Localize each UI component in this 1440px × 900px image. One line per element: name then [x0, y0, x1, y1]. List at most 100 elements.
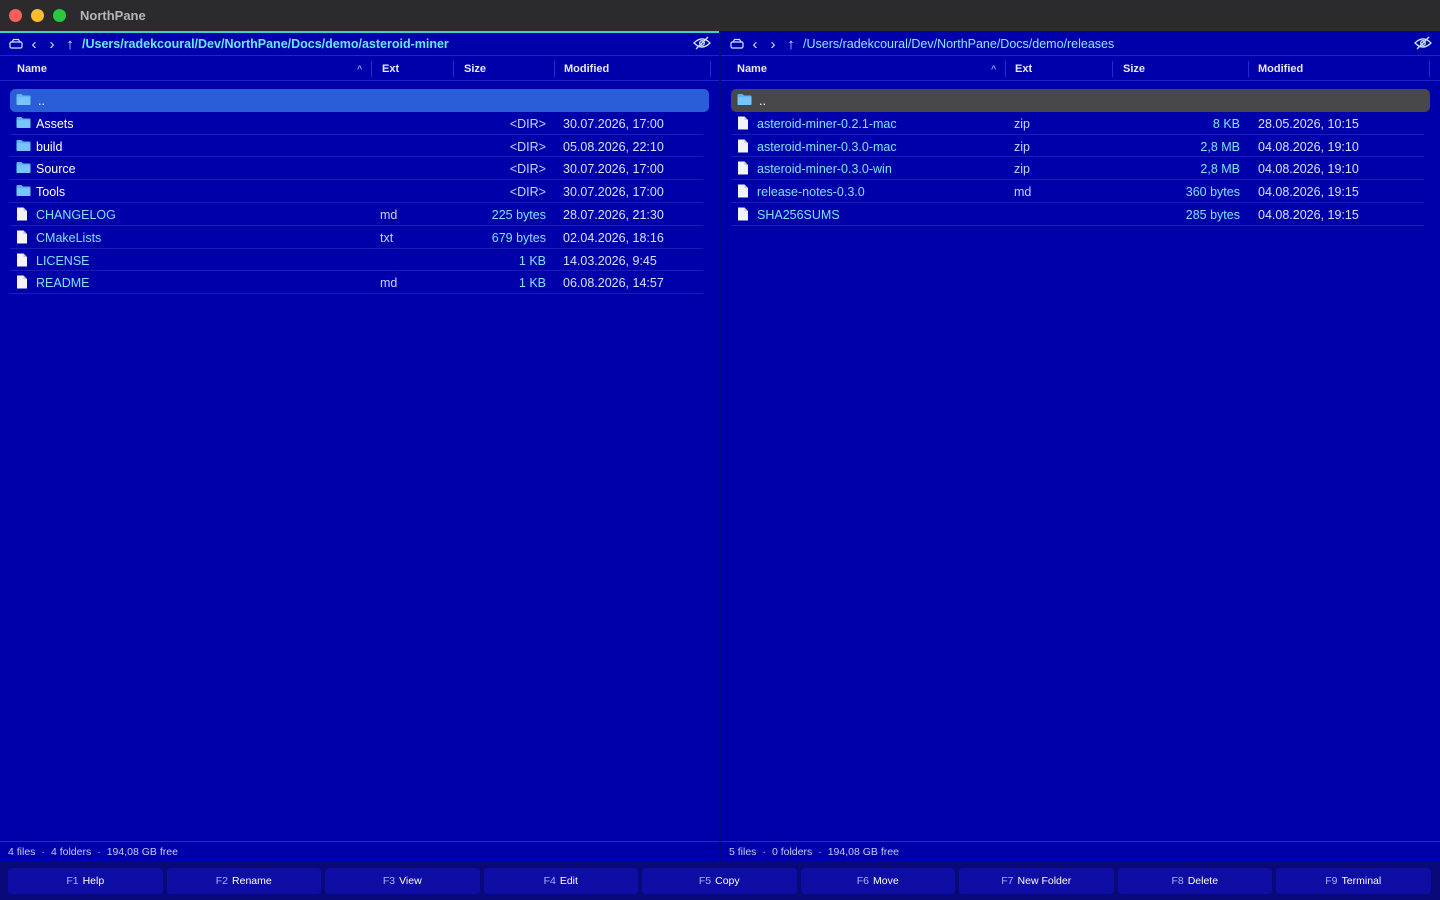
- folder-icon: [16, 139, 31, 153]
- file-name: Tools: [36, 185, 66, 200]
- folder-row[interactable]: build <DIR> 05.08.2026, 22:10: [0, 135, 719, 158]
- separator-dot: ·: [41, 846, 45, 858]
- separator-dot: ·: [818, 846, 822, 858]
- file-extension: md: [380, 276, 398, 291]
- fkey-new-folder-button[interactable]: F7 New Folder: [959, 868, 1114, 894]
- file-count: 5 files: [729, 846, 757, 858]
- fkey-number: F4: [543, 875, 556, 887]
- close-window-button[interactable]: [9, 9, 22, 22]
- app-title: NorthPane: [80, 8, 146, 23]
- file-size: 1 KB: [518, 276, 546, 291]
- folder-count: 0 folders: [771, 846, 813, 858]
- folder-icon: [16, 184, 31, 198]
- dual-pane-area: ‹ › ↑ /Users/radekcoural/Dev/NorthPane/D…: [0, 31, 1440, 862]
- free-space: 194,08 GB free: [827, 846, 899, 858]
- drive-icon[interactable]: [729, 36, 745, 52]
- file-icon: [737, 116, 752, 130]
- hidden-files-eye-icon[interactable]: [1414, 36, 1432, 52]
- fkey-number: F7: [1001, 875, 1014, 887]
- folder-row[interactable]: Tools <DIR> 30.07.2026, 17:00: [0, 180, 719, 203]
- column-modified[interactable]: Modified: [564, 63, 609, 75]
- current-path[interactable]: /Users/radekcoural/Dev/NorthPane/Docs/de…: [803, 37, 1114, 51]
- column-size[interactable]: Size: [1123, 63, 1145, 75]
- column-modified[interactable]: Modified: [1258, 63, 1303, 75]
- back-icon[interactable]: ‹: [747, 36, 763, 53]
- fkey-help-button[interactable]: F1 Help: [8, 868, 163, 894]
- zoom-window-button[interactable]: [53, 9, 66, 22]
- title-bar: NorthPane: [0, 0, 1440, 31]
- file-row[interactable]: CMakeLists txt 679 bytes 02.04.2026, 18:16: [0, 226, 719, 249]
- modified-date: 30.07.2026, 17:00: [563, 116, 664, 131]
- back-icon[interactable]: ‹: [26, 36, 42, 53]
- file-row[interactable]: release-notes-0.3.0 md 360 bytes 04.08.2026…: [721, 180, 1440, 203]
- folder-icon: [737, 93, 752, 107]
- file-row[interactable]: README md 1 KB 06.08.2026, 14:57: [0, 271, 719, 295]
- fkey-terminal-button[interactable]: F9 Terminal: [1276, 868, 1431, 894]
- file-icon: [16, 275, 31, 289]
- fkey-label: Move: [873, 875, 899, 887]
- file-icon: [737, 161, 752, 175]
- column-ext[interactable]: Ext: [382, 63, 399, 75]
- right-column-header: Name ^ Ext Size Modified: [721, 57, 1440, 81]
- file-row[interactable]: LICENSE 1 KB 14.03.2026, 9:45: [0, 249, 719, 272]
- file-row[interactable]: SHA256SUMS 285 bytes 04.08.2026, 19:15: [721, 203, 1440, 226]
- left-status-bar: 4 files · 4 folders · 194,08 GB free: [0, 841, 719, 862]
- row-divider: [10, 293, 703, 295]
- fkey-view-button[interactable]: F3 View: [325, 868, 480, 894]
- fkey-number: F5: [698, 875, 712, 887]
- minimize-window-button[interactable]: [31, 9, 44, 22]
- separator-dot: ·: [97, 846, 101, 858]
- up-arrow-icon[interactable]: ↑: [62, 36, 78, 53]
- modified-date: 04.08.2026, 19:10: [1258, 162, 1359, 177]
- sort-ascending-icon: ^: [357, 64, 363, 74]
- file-icon: [737, 207, 752, 221]
- right-pane[interactable]: ‹ › ↑ /Users/radekcoural/Dev/NorthPane/D…: [719, 31, 1440, 862]
- file-extension: md: [1014, 185, 1032, 200]
- folder-row[interactable]: Assets <DIR> 30.07.2026, 17:00: [0, 112, 719, 135]
- hidden-files-eye-icon[interactable]: [693, 36, 711, 52]
- left-pane[interactable]: ‹ › ↑ /Users/radekcoural/Dev/NorthPane/D…: [0, 31, 719, 862]
- fkey-copy-button[interactable]: F5 Copy: [642, 868, 797, 894]
- file-name: asteroid-miner-0.2.1-mac: [757, 116, 897, 131]
- file-name: Source: [36, 162, 76, 177]
- file-size: <DIR>: [509, 116, 546, 131]
- file-row[interactable]: asteroid-miner-0.3.0-win zip 2,8 MB 04.08.2…: [721, 157, 1440, 181]
- parent-directory-row[interactable]: ..: [10, 89, 709, 112]
- file-name: LICENSE: [36, 253, 90, 268]
- file-row[interactable]: CHANGELOG md 225 bytes 28.07.2026, 21:30: [0, 203, 719, 226]
- modified-date: 04.08.2026, 19:15: [1258, 207, 1359, 222]
- modified-date: 14.03.2026, 9:45: [563, 253, 657, 268]
- fkey-label: Copy: [715, 875, 740, 887]
- folder-icon: [16, 116, 31, 130]
- fkey-move-button[interactable]: F6 Move: [800, 868, 955, 894]
- parent-directory-row[interactable]: ..: [731, 89, 1430, 112]
- file-name: asteroid-miner-0.3.0-mac: [757, 139, 897, 154]
- forward-icon[interactable]: ›: [765, 36, 781, 53]
- fkey-number: F3: [382, 875, 396, 887]
- fkey-rename-button[interactable]: F2 Rename: [166, 868, 321, 894]
- drive-icon[interactable]: [8, 36, 24, 52]
- right-status-bar: 5 files · 0 folders · 194,08 GB free: [721, 841, 1440, 862]
- column-size[interactable]: Size: [464, 63, 486, 75]
- file-size: 679 bytes: [491, 230, 546, 245]
- column-ext[interactable]: Ext: [1015, 63, 1032, 75]
- file-row[interactable]: asteroid-miner-0.2.1-mac zip 8 KB 28.05.202…: [721, 112, 1440, 135]
- column-name[interactable]: Name: [737, 63, 767, 75]
- column-name[interactable]: Name: [17, 63, 47, 75]
- folder-row[interactable]: Source <DIR> 30.07.2026, 17:00: [0, 157, 719, 181]
- file-extension: zip: [1014, 162, 1030, 177]
- fkey-edit-button[interactable]: F4 Edit: [483, 868, 638, 894]
- file-icon: [737, 139, 752, 153]
- current-path[interactable]: /Users/radekcoural/Dev/NorthPane/Docs/de…: [82, 37, 449, 51]
- right-path-bar: ‹ › ↑ /Users/radekcoural/Dev/NorthPane/D…: [721, 33, 1440, 56]
- fkey-label: Help: [82, 875, 105, 887]
- file-size: <DIR>: [509, 162, 546, 177]
- file-row[interactable]: asteroid-miner-0.3.0-mac zip 2,8 MB 04.08.2…: [721, 135, 1440, 158]
- forward-icon[interactable]: ›: [44, 36, 60, 53]
- fkey-delete-button[interactable]: F8 Delete: [1117, 868, 1272, 894]
- row-divider: [731, 224, 1424, 226]
- file-extension: txt: [380, 230, 394, 245]
- up-arrow-icon[interactable]: ↑: [783, 36, 799, 53]
- sort-ascending-icon: ^: [991, 64, 997, 74]
- file-icon: [16, 207, 31, 221]
